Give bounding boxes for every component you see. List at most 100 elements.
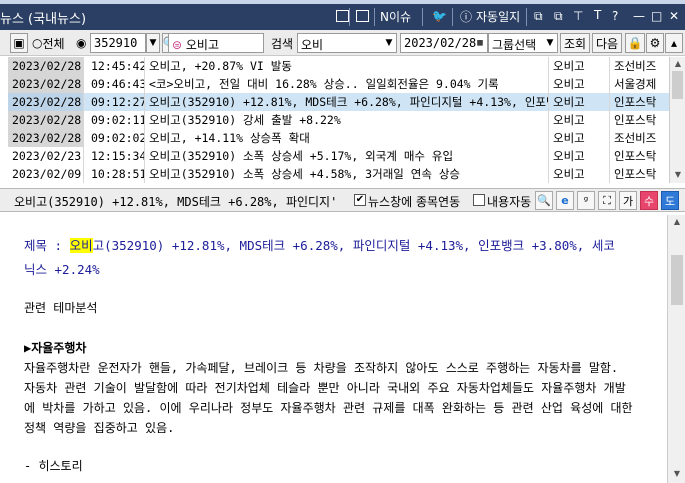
buy-button[interactable]: 도 bbox=[661, 191, 679, 210]
chevron-down-icon[interactable]: ▼ bbox=[543, 34, 557, 52]
row-date: 2023/02/28 bbox=[8, 75, 84, 93]
pin-icon[interactable]: ⊤ bbox=[573, 8, 583, 24]
separator bbox=[349, 8, 350, 26]
table-row[interactable]: 2023/02/28 09:02:02 오비고, +14.11% 상승폭 확대 … bbox=[8, 129, 669, 147]
row-time: 09:12:27 bbox=[85, 93, 145, 111]
article-title-prefix: 제목 : bbox=[24, 238, 70, 253]
row-source: 서울경제 bbox=[614, 77, 657, 91]
next-button[interactable]: 다음 bbox=[592, 33, 622, 53]
help-icon[interactable]: ? bbox=[612, 8, 618, 24]
separator bbox=[422, 8, 423, 26]
row-stock: 오비고 bbox=[550, 57, 610, 75]
copy-window-icon[interactable]: ⧉ bbox=[554, 8, 563, 24]
sell-button[interactable]: 수 bbox=[640, 191, 658, 210]
content-auto-checkbox[interactable] bbox=[473, 194, 485, 206]
font-size-ga-button[interactable]: 가 bbox=[619, 191, 637, 210]
search-toolbar: ▣ ○전체 ◉ 352910 ▼ 🔍 ⊜ 오비고 검색 오비 ▼ 2023/02… bbox=[0, 30, 685, 56]
group-select[interactable]: 그룹선택 ▼ bbox=[488, 33, 558, 53]
row-source: 조선비즈 bbox=[614, 59, 657, 73]
paragraph-line: 자동차 관련 기술이 발달함에 따라 전기차업체 테슬라 뿐만 아니라 국내외 … bbox=[24, 381, 626, 395]
radio-stock-icon[interactable]: ◉ bbox=[76, 33, 86, 53]
row-date: 2023/02/28 bbox=[8, 93, 84, 111]
table-row[interactable]: 2023/02/28 09:02:11 오비고(352910) 강세 출발 +8… bbox=[8, 111, 669, 129]
row-stock: 오비고 bbox=[550, 165, 610, 183]
news-list-scrollbar[interactable]: ▲ ▼ bbox=[669, 57, 685, 183]
date-input[interactable]: 2023/02/28 ▦ bbox=[400, 33, 488, 53]
paragraph-line: 정책 역량을 집중하고 있음. bbox=[24, 421, 175, 435]
article-scrollbar[interactable]: ▲ ▼ bbox=[667, 215, 685, 483]
split-view-icon[interactable] bbox=[336, 8, 349, 24]
layout-toggle-icon[interactable]: ▣ bbox=[10, 33, 28, 53]
font-size-button[interactable]: T bbox=[594, 8, 601, 22]
query-button[interactable]: 조회 bbox=[560, 33, 590, 53]
bird-icon[interactable]: 🐦 bbox=[432, 8, 447, 24]
code-dropdown-icon[interactable]: ▼ bbox=[146, 33, 160, 53]
ie-icon[interactable]: e bbox=[556, 191, 574, 210]
lock-icon[interactable]: 🔒 bbox=[625, 33, 645, 53]
search-keyword-input[interactable]: 오비 ▼ bbox=[297, 33, 397, 53]
paragraph-line: 에 박차를 가하고 있음. 이에 우리나라 정부도 자율주행차 관련 규제를 대… bbox=[24, 401, 633, 415]
menu-icon[interactable] bbox=[356, 8, 369, 24]
stock-code-input[interactable]: 352910 bbox=[90, 33, 146, 53]
content-auto-label: 내용자동 bbox=[487, 195, 532, 209]
paragraph-line: 자율주행차란 운전자가 핸들, 가속페달, 브레이크 등 차량을 조작하지 않아… bbox=[24, 361, 619, 375]
article-body: 제목 : 오비고(352910) +12.81%, MDS테크 +6.28%, … bbox=[12, 216, 667, 483]
article-title-highlight: 오비 bbox=[69, 238, 93, 253]
table-row[interactable]: 2023/02/28 09:46:43 <코>오비고, 전일 대비 16.28%… bbox=[8, 75, 669, 93]
title-bar-strip bbox=[0, 0, 685, 4]
date-text: 2023/02/28 bbox=[404, 36, 477, 50]
n-issue-button[interactable]: N이슈 bbox=[380, 8, 411, 25]
scroll-up-icon[interactable]: ▲ bbox=[673, 59, 683, 69]
alert-circle-icon: ⓘ bbox=[460, 9, 473, 24]
stock-name-text: 오비고 bbox=[185, 38, 220, 52]
row-title: 오비고(352910) 소폭 상승세 +5.17%, 외국계 매수 유입 bbox=[146, 147, 549, 165]
group-select-text: 그룹선택 bbox=[492, 38, 537, 52]
minimize-icon[interactable]: — bbox=[633, 8, 645, 24]
close-icon[interactable]: ✕ bbox=[669, 8, 679, 24]
row-title: <코>오비고, 전일 대비 16.28% 상승.. 일일회전율은 9.04% 기… bbox=[146, 75, 549, 93]
table-row[interactable]: 2023/02/09 10:28:51 오비고(352910) 소폭 상승세 +… bbox=[8, 165, 669, 183]
row-source: 인포스탁 bbox=[614, 167, 657, 181]
scroll-down-icon[interactable]: ▼ bbox=[673, 170, 683, 180]
gear-icon[interactable]: ⚙ bbox=[646, 33, 664, 53]
row-stock: 오비고 bbox=[550, 75, 610, 93]
table-row-selected[interactable]: 2023/02/28 09:12:27 오비고(352910) +12.81%,… bbox=[8, 93, 669, 111]
row-date: 2023/02/28 bbox=[8, 57, 84, 75]
section-heading: ▶자율주행차 bbox=[24, 341, 87, 355]
scroll-up-icon[interactable]: ▲ bbox=[672, 217, 682, 227]
article-title-text-2: 닉스 +2.24% bbox=[24, 262, 100, 277]
restore-icon[interactable]: ⧉ bbox=[534, 8, 543, 24]
table-row[interactable]: 2023/02/28 12:45:42 오비고, +20.87% VI 발동 오… bbox=[8, 57, 669, 75]
row-stock: 오비고 bbox=[550, 147, 610, 165]
detail-header: 오비고(352910) +12.81%, MDS테크 +6.28%, 파인디지'… bbox=[0, 188, 685, 212]
font-adjust-icon[interactable]: ᵍ bbox=[577, 191, 595, 210]
row-stock: 오비고 bbox=[550, 111, 610, 129]
radio-all[interactable]: ○ 전체 bbox=[32, 33, 65, 53]
row-date: 2023/02/23 bbox=[8, 147, 84, 165]
maximize-icon[interactable]: □ bbox=[651, 8, 662, 24]
news-link-checkbox[interactable]: ✔ bbox=[354, 194, 366, 206]
row-source: 인포스탁 bbox=[614, 95, 657, 109]
chevron-down-icon[interactable]: ▼ bbox=[382, 34, 396, 52]
zoom-icon[interactable]: 🔍 bbox=[535, 191, 553, 210]
table-row[interactable]: 2023/02/23 12:15:34 오비고(352910) 소폭 상승세 +… bbox=[8, 147, 669, 165]
scroll-down-icon[interactable]: ▼ bbox=[672, 469, 682, 479]
row-time: 12:45:42 bbox=[85, 57, 145, 75]
row-time: 10:28:51 bbox=[85, 165, 145, 183]
radio-all-icon[interactable]: ○ bbox=[32, 36, 42, 50]
scroll-thumb[interactable] bbox=[671, 255, 683, 305]
row-title: 오비고, +20.87% VI 발동 bbox=[146, 57, 549, 75]
calendar-icon[interactable]: ▦ bbox=[473, 34, 487, 52]
article-title: 제목 : 오비고(352910) +12.81%, MDS테크 +6.28%, … bbox=[24, 234, 664, 282]
search-label: 검색 bbox=[271, 36, 294, 51]
row-time: 09:02:02 bbox=[85, 129, 145, 147]
row-title: 오비고(352910) 강세 출발 +8.22% bbox=[146, 111, 549, 129]
radio-all-label: 전체 bbox=[42, 36, 65, 51]
scroll-thumb[interactable] bbox=[672, 71, 683, 99]
separator bbox=[452, 8, 453, 26]
collapse-icon[interactable]: ▴ bbox=[665, 33, 683, 53]
fit-icon[interactable]: ⛶ bbox=[598, 191, 616, 210]
row-source: 조선비즈 bbox=[614, 131, 657, 145]
row-date: 2023/02/28 bbox=[8, 111, 84, 129]
auto-journal-button[interactable]: 자동일지 bbox=[476, 8, 520, 25]
